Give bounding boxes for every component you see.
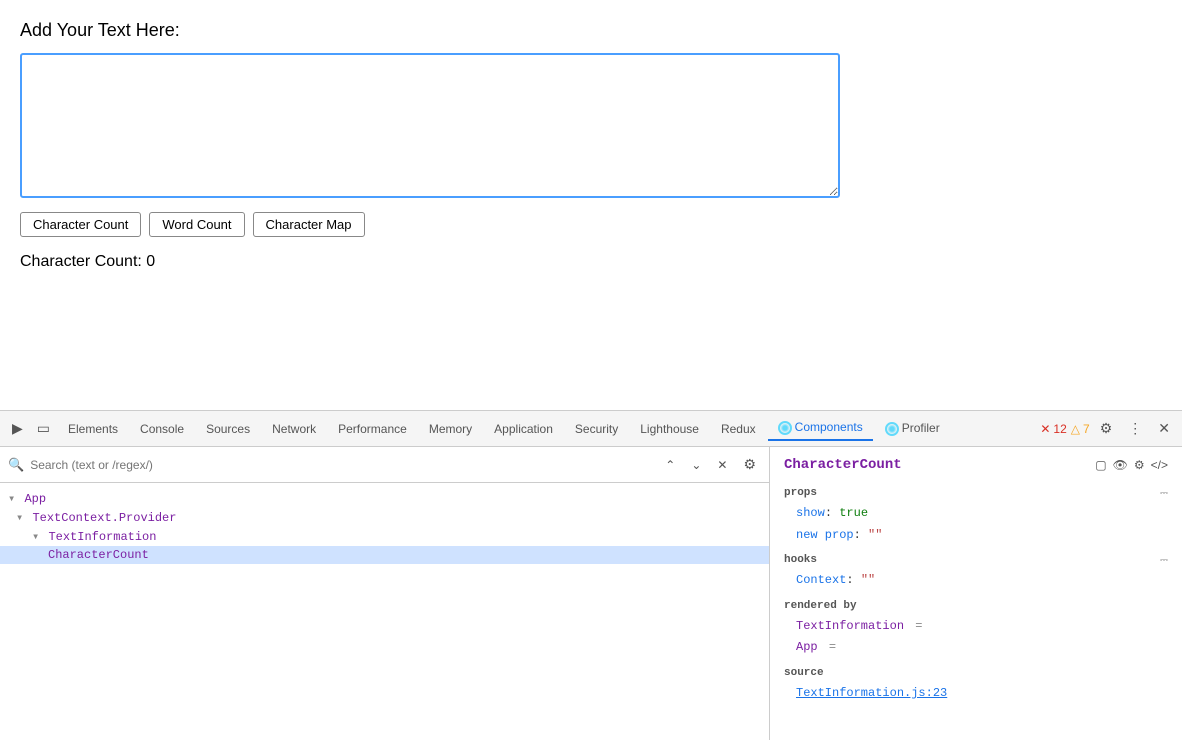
tab-redux[interactable]: Redux (711, 418, 766, 440)
tree-label-textinformation: TextInformation (48, 530, 156, 544)
arrow-icon: = (915, 619, 922, 633)
props-section-header: props ⎓ (784, 487, 1168, 499)
hooks-label: hooks (784, 554, 817, 566)
hook-context: Context: "" (784, 570, 1168, 592)
search-bar: 🔍 ⌃ ⌄ ✕ ⚙ (0, 447, 769, 483)
tree-item-app[interactable]: ▾ App (0, 489, 769, 508)
tab-memory[interactable]: Memory (419, 418, 482, 440)
tab-console[interactable]: Console (130, 418, 194, 440)
rendered-by-section-header: rendered by (784, 600, 1168, 612)
tree-label-app: App (24, 492, 46, 506)
character-map-button[interactable]: Character Map (253, 212, 365, 237)
hooks-section-header: hooks ⎓ (784, 554, 1168, 566)
right-panel-icons: ▢ 👁 ⚙ </> (1095, 458, 1168, 472)
app-label: Add Your Text Here: (20, 20, 1162, 41)
tab-application[interactable]: Application (484, 418, 563, 440)
tree-label-charactercount: CharacterCount (48, 548, 149, 562)
copy-hooks-icon[interactable]: ⎓ (1160, 555, 1168, 566)
tab-components[interactable]: Components (768, 416, 873, 441)
view-source-icon[interactable]: </> (1151, 458, 1168, 472)
hook-context-key: Context (796, 573, 846, 587)
search-input[interactable] (30, 458, 654, 472)
settings-icon[interactable]: ⚙ (1094, 416, 1119, 441)
warn-badge[interactable]: △ 7 (1071, 422, 1090, 436)
tab-performance[interactable]: Performance (328, 418, 417, 440)
react-components-icon (778, 421, 792, 435)
tree-arrow: ▾ (8, 492, 22, 506)
prop-newprop-key: new prop (796, 528, 854, 542)
tree-label-textcontext-provider: TextContext.Provider (32, 511, 176, 525)
tree-arrow-3: ▾ (32, 530, 46, 544)
devtools-right-icons: ✕ 12 △ 7 ⚙ ⋮ ✕ (1040, 416, 1176, 441)
selected-component-title: CharacterCount ▢ 👁 ⚙ </> (784, 457, 1168, 473)
component-name: CharacterCount (784, 457, 902, 473)
search-prev-icon[interactable]: ⌃ (660, 456, 680, 474)
error-count: 12 (1053, 422, 1066, 436)
close-devtools-icon[interactable]: ✕ (1152, 416, 1176, 441)
component-tree: ▾ App ▾ TextContext.Provider ▾ TextInfor… (0, 483, 769, 740)
prop-show-value: true (839, 506, 868, 520)
search-settings-icon[interactable]: ⚙ (738, 454, 761, 475)
prop-new-prop: new prop: "" (784, 525, 1168, 547)
prop-newprop-value: "" (868, 528, 882, 542)
character-count-button[interactable]: Character Count (20, 212, 141, 237)
prop-show-key: show (796, 506, 825, 520)
more-options-icon[interactable]: ⋮ (1122, 416, 1148, 441)
text-input[interactable] (20, 53, 840, 198)
arrow-icon-2: = (829, 640, 836, 654)
tree-item-textcontext-provider[interactable]: ▾ TextContext.Provider (0, 508, 769, 527)
devtools-body: 🔍 ⌃ ⌄ ✕ ⚙ ▾ App ▾ TextContext.Provider ▾… (0, 447, 1182, 740)
tab-profiler[interactable]: Profiler (875, 417, 950, 440)
warn-icon: △ (1071, 422, 1080, 436)
props-panel: CharacterCount ▢ 👁 ⚙ </> props ⎓ show: t… (770, 447, 1182, 740)
inspect-element-icon[interactable]: ▶ (6, 416, 29, 441)
tab-elements[interactable]: Elements (58, 418, 128, 440)
copy-props-icon[interactable]: ⎓ (1160, 488, 1168, 499)
props-label: props (784, 487, 817, 499)
inspect-dom-icon[interactable]: 👁 (1113, 458, 1128, 472)
rendered-by-label: rendered by (784, 600, 857, 612)
log-data-icon[interactable]: ⚙ (1134, 458, 1145, 472)
component-tree-panel: 🔍 ⌃ ⌄ ✕ ⚙ ▾ App ▾ TextContext.Provider ▾… (0, 447, 770, 740)
rendered-by-textinformation[interactable]: TextInformation = (784, 616, 1168, 638)
hook-context-value: "" (861, 573, 875, 587)
tab-network[interactable]: Network (262, 418, 326, 440)
error-badge[interactable]: ✕ 12 (1040, 422, 1066, 436)
devtools-tabbar: ▶ ▭ Elements Console Sources Network Per… (0, 411, 1182, 447)
tab-security[interactable]: Security (565, 418, 628, 440)
warn-count: 7 (1083, 422, 1090, 436)
source-file-link[interactable]: TextInformation.js:23 (784, 683, 1168, 705)
search-icon: 🔍 (8, 457, 24, 473)
word-count-button[interactable]: Word Count (149, 212, 244, 237)
tab-lighthouse[interactable]: Lighthouse (630, 418, 709, 440)
devtools-panel: ▶ ▭ Elements Console Sources Network Per… (0, 410, 1182, 740)
result-display: Character Count: 0 (20, 253, 1162, 271)
suspend-icon[interactable]: ▢ (1095, 458, 1106, 472)
search-next-icon[interactable]: ⌄ (686, 456, 706, 474)
tree-arrow-2: ▾ (16, 511, 30, 525)
rendered-by-app[interactable]: App = (784, 637, 1168, 659)
device-toolbar-icon[interactable]: ▭ (31, 416, 56, 441)
tree-item-charactercount[interactable]: CharacterCount (0, 546, 769, 564)
tab-sources[interactable]: Sources (196, 418, 260, 440)
source-label: source (784, 667, 824, 679)
prop-show: show: true (784, 503, 1168, 525)
error-icon: ✕ (1040, 422, 1050, 436)
react-profiler-icon (885, 422, 899, 436)
tree-item-textinformation[interactable]: ▾ TextInformation (0, 527, 769, 546)
source-section-header: source (784, 667, 1168, 679)
search-close-icon[interactable]: ✕ (712, 456, 732, 474)
